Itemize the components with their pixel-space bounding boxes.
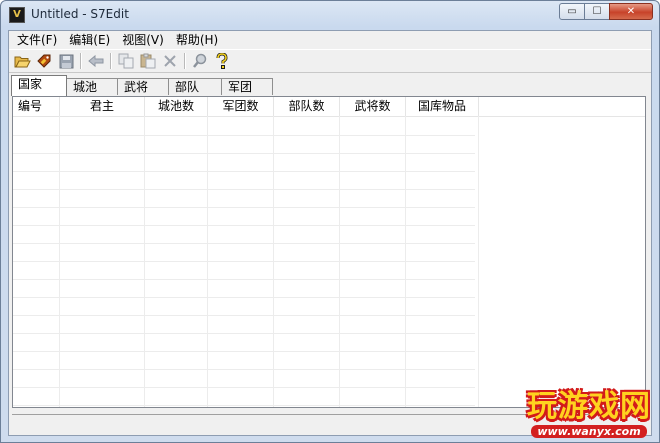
maximize-button[interactable]: ☐	[584, 3, 610, 20]
grid-row-line	[13, 135, 475, 136]
toolbar-separator	[110, 53, 112, 69]
window-title: Untitled - S7Edit	[31, 7, 129, 21]
tab-country[interactable]: 国家	[11, 75, 67, 96]
grid-row-line	[13, 243, 475, 244]
delete-icon	[164, 55, 176, 67]
tag-icon	[36, 54, 50, 68]
tab-corps[interactable]: 军团	[221, 78, 273, 95]
column-header-corps[interactable]: 军团数	[208, 97, 274, 116]
grid-line	[405, 116, 406, 407]
open-folder-icon	[14, 56, 31, 67]
close-icon: ✕	[626, 6, 636, 17]
menu-help[interactable]: 帮助(H)	[170, 31, 224, 49]
search-button[interactable]	[189, 51, 211, 71]
watermark-url: www.wanyx.com	[531, 425, 647, 438]
grid-row-line	[13, 369, 475, 370]
grid-line	[144, 116, 145, 407]
grid-row-line	[13, 405, 475, 406]
watermark: 玩游戏网 www.wanyx.com	[527, 390, 651, 438]
save-button[interactable]	[55, 51, 77, 71]
save-icon	[59, 54, 73, 68]
back-arrow-icon	[88, 54, 104, 68]
grid-line	[207, 116, 208, 407]
open-button[interactable]	[11, 51, 33, 71]
tab-strip: 国家 城池 武将 部队 军团	[9, 75, 651, 96]
maximize-icon: ☐	[592, 6, 602, 17]
grid-row-line	[13, 189, 475, 190]
search-icon	[193, 53, 207, 68]
grid-row-line	[13, 153, 475, 154]
client-area: 文件(F) 编辑(E) 视图(V) 帮助(H) 国家 城池 武将 部队 军团 编…	[8, 30, 652, 436]
copy-icon	[118, 53, 134, 69]
help-icon	[216, 52, 228, 69]
list-header: 编号 君主 城池数 军团数 部队数 武将数 国库物品	[13, 97, 645, 117]
minimize-icon: ▭	[567, 6, 577, 17]
toolbar-separator	[184, 53, 186, 69]
paste-button[interactable]	[137, 51, 159, 71]
grid-row-line	[13, 333, 475, 334]
minimize-button[interactable]: ▭	[559, 3, 585, 20]
help-button[interactable]	[211, 51, 233, 71]
tag-button[interactable]	[33, 51, 55, 71]
column-header-ruler[interactable]: 君主	[60, 97, 145, 116]
toolbar	[9, 49, 651, 73]
column-header-cities[interactable]: 城池数	[145, 97, 208, 116]
tab-city[interactable]: 城池	[66, 78, 118, 95]
grid-row-line	[13, 225, 475, 226]
grid-row-line	[13, 315, 475, 316]
grid-line	[59, 116, 60, 407]
country-list[interactable]: 编号 君主 城池数 军团数 部队数 武将数 国库物品	[12, 96, 646, 408]
grid-line	[478, 116, 479, 407]
column-header-generals[interactable]: 武将数	[340, 97, 406, 116]
copy-button[interactable]	[115, 51, 137, 71]
grid-row-line	[13, 279, 475, 280]
grid-row-line	[13, 351, 475, 352]
window-controls: ▭ ☐ ✕	[559, 3, 653, 20]
grid-row-line	[13, 171, 475, 172]
column-header-treasury[interactable]: 国库物品	[406, 97, 479, 116]
watermark-logo: 玩游戏网	[527, 389, 651, 424]
back-button[interactable]	[85, 51, 107, 71]
grid-row-line	[13, 207, 475, 208]
column-header-id[interactable]: 编号	[13, 97, 60, 116]
toolbar-separator	[80, 53, 82, 69]
close-button[interactable]: ✕	[609, 3, 653, 20]
column-header-units[interactable]: 部队数	[274, 97, 340, 116]
grid-row-line	[13, 297, 475, 298]
menu-bar: 文件(F) 编辑(E) 视图(V) 帮助(H)	[9, 31, 651, 49]
tab-unit[interactable]: 部队	[168, 78, 222, 95]
menu-file[interactable]: 文件(F)	[11, 31, 63, 49]
app-icon: V	[9, 7, 25, 23]
grid-row-line	[13, 387, 475, 388]
grid-line	[273, 116, 274, 407]
app-window: V Untitled - S7Edit ▭ ☐ ✕ 文件(F) 编辑(E) 视图…	[0, 0, 660, 443]
delete-button[interactable]	[159, 51, 181, 71]
grid-line	[339, 116, 340, 407]
grid-row-line	[13, 261, 475, 262]
menu-edit[interactable]: 编辑(E)	[63, 31, 116, 49]
menu-view[interactable]: 视图(V)	[116, 31, 170, 49]
tab-general[interactable]: 武将	[117, 78, 169, 95]
title-bar[interactable]: V Untitled - S7Edit ▭ ☐ ✕	[1, 1, 659, 29]
paste-icon	[140, 53, 156, 69]
